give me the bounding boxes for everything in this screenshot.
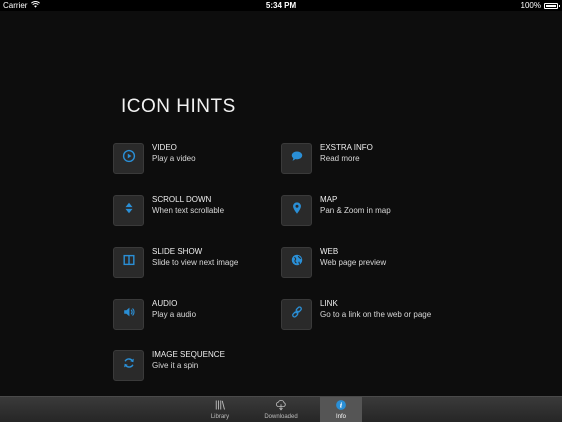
map-pin-icon [290, 201, 304, 220]
globe-icon [290, 253, 304, 272]
hint-title: LINK [320, 299, 338, 308]
extra-info-hint-button[interactable] [281, 143, 312, 174]
status-bar: Carrier 5:34 PM 100% [0, 0, 562, 11]
link-icon [290, 305, 304, 324]
cloud-download-icon [275, 399, 287, 414]
page-title: ICON HINTS [121, 96, 236, 117]
hint-title: AUDIO [152, 299, 178, 308]
hint-video: VIDEO Play a video [113, 143, 196, 174]
tab-label: Downloaded [264, 414, 298, 420]
hint-description: Play a audio [152, 310, 197, 319]
hint-map: MAP Pan & Zoom in map [281, 195, 391, 226]
speaker-icon [122, 305, 136, 324]
speech-bubble-icon [290, 149, 304, 168]
map-hint-button[interactable] [281, 195, 312, 226]
hint-description: Go to a link on the web or page [320, 310, 432, 319]
hint-title: VIDEO [152, 143, 177, 152]
video-hint-button[interactable] [113, 143, 144, 174]
tab-label: Library [210, 414, 230, 420]
image-sequence-hint-button[interactable] [113, 350, 144, 381]
hint-description: When text scrollable [152, 206, 225, 215]
hint-audio: AUDIO Play a audio [113, 299, 196, 330]
slide-show-hint-button[interactable] [113, 247, 144, 278]
hint-description: Read more [320, 154, 360, 163]
web-hint-button[interactable] [281, 247, 312, 278]
library-icon [214, 399, 226, 414]
hint-title: EXSTRA INFO [320, 143, 373, 152]
refresh-icon [122, 356, 136, 375]
audio-hint-button[interactable] [113, 299, 144, 330]
hint-slide-show: SLIDE SHOW Slide to view next image [113, 247, 238, 278]
hint-scroll-down: SCROLL DOWN When text scrollable [113, 195, 224, 226]
hint-description: Play a video [152, 154, 196, 163]
scroll-arrows-icon [122, 201, 136, 220]
svg-text:i: i [340, 402, 343, 410]
hint-title: SCROLL DOWN [152, 195, 212, 204]
hint-description: Web page preview [320, 258, 387, 267]
slideshow-icon [122, 253, 136, 272]
tab-bar: Library Downloaded i Info [0, 396, 562, 422]
status-time: 5:34 PM [265, 1, 297, 10]
tab-info[interactable]: i Info [320, 397, 362, 422]
link-hint-button[interactable] [281, 299, 312, 330]
tab-label: Info [335, 414, 346, 420]
play-circle-icon [122, 149, 136, 168]
hint-title: SLIDE SHOW [152, 247, 203, 256]
hint-image-sequence: IMAGE SEQUENCE Give it a spin [113, 350, 225, 381]
hint-title: WEB [320, 247, 339, 256]
battery-icon [544, 2, 560, 9]
hint-description: Slide to view next image [152, 258, 239, 267]
tab-library[interactable]: Library [198, 397, 242, 422]
hint-extra-info: EXSTRA INFO Read more [281, 143, 373, 174]
hint-web: WEB Web page preview [281, 247, 386, 278]
hint-description: Pan & Zoom in map [320, 206, 391, 215]
hint-title: MAP [320, 195, 338, 204]
info-icon: i [335, 399, 347, 414]
hint-title: IMAGE SEQUENCE [152, 350, 225, 359]
scroll-down-hint-button[interactable] [113, 195, 144, 226]
hint-link: LINK Go to a link on the web or page [281, 299, 431, 330]
battery-percent: 100% [520, 1, 541, 10]
tab-downloaded[interactable]: Downloaded [258, 397, 304, 422]
hint-description: Give it a spin [152, 361, 199, 370]
